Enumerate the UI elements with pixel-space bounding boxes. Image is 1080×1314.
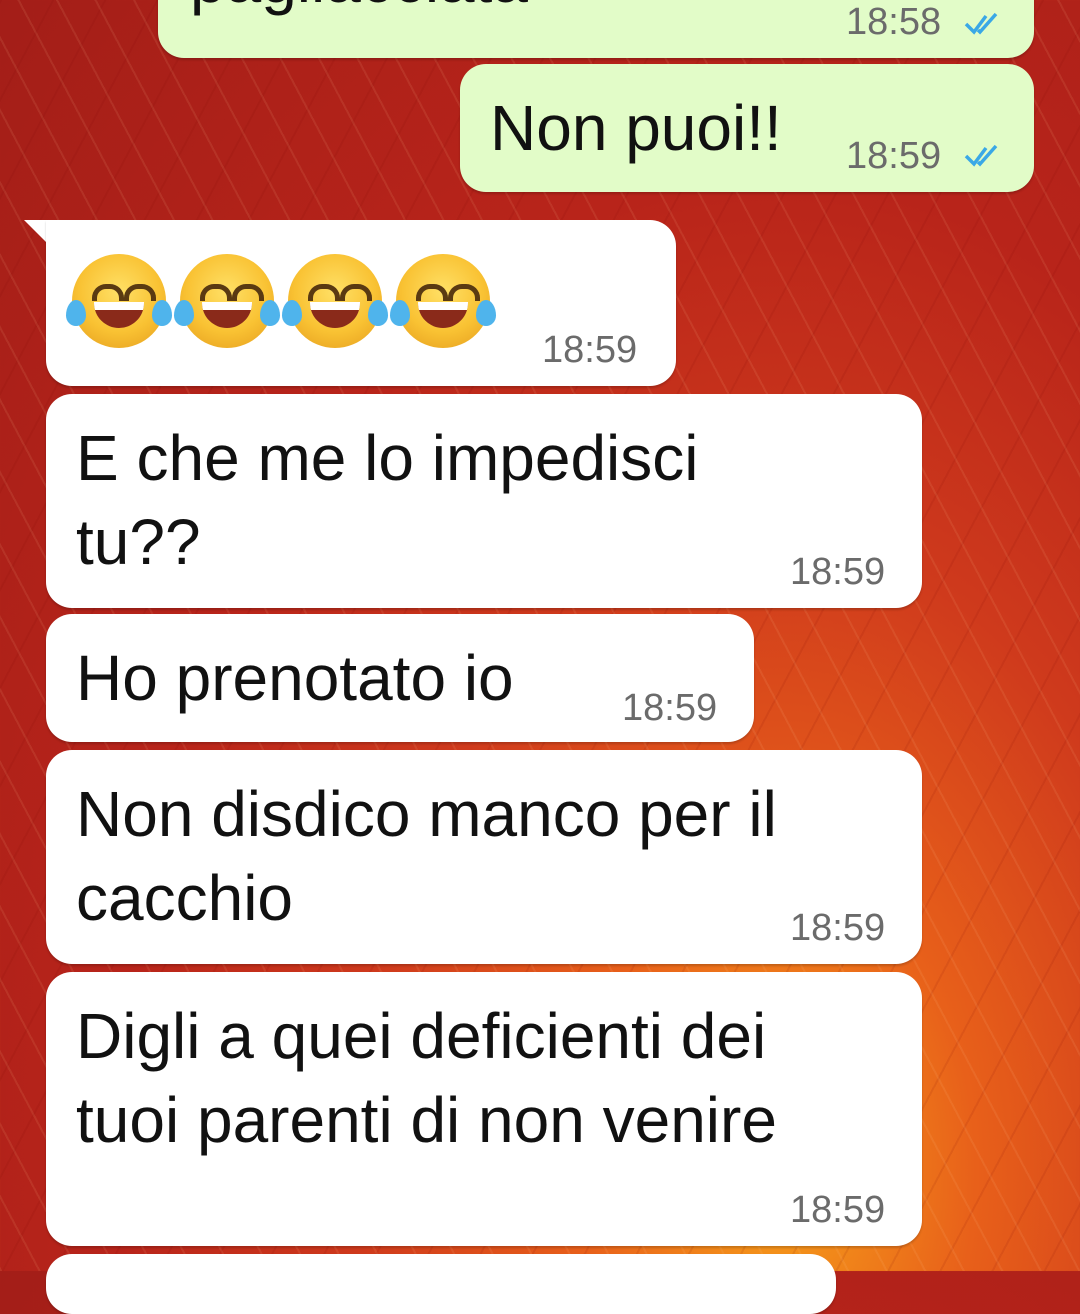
message-bubble-incoming[interactable]: E che me lo impedisci tu?? 18:59 xyxy=(46,394,922,608)
message-time: 18:59 xyxy=(790,907,886,949)
message-bubble-incoming[interactable]: Non disdico manco per il cacchio 18:59 xyxy=(46,750,922,964)
message-bubble-incoming[interactable]: Digli a quei deficienti dei tuoi parenti… xyxy=(46,972,922,1246)
message-bubble-outgoing[interactable]: Non puoi!! 18:59 xyxy=(460,64,1034,192)
face-with-tears-of-joy-icon xyxy=(390,254,496,348)
message-time: 18:59 xyxy=(790,1189,886,1231)
message-bubble-incoming[interactable]: Ho prenotato io 18:59 xyxy=(46,614,754,742)
message-bubble-incoming[interactable]: 18:59 xyxy=(46,220,676,386)
read-receipt-icon xyxy=(964,12,998,35)
message-text: pagliacciata xyxy=(190,0,528,22)
message-text: E che me lo impedisci tu?? xyxy=(76,422,699,578)
read-receipt-icon xyxy=(964,144,998,167)
message-text: Non puoi!! xyxy=(490,92,782,164)
face-with-tears-of-joy-icon xyxy=(174,254,280,348)
face-with-tears-of-joy-icon xyxy=(282,254,388,348)
message-time: 18:59 xyxy=(846,135,942,177)
message-time: 18:58 xyxy=(846,1,942,43)
message-text: Ho prenotato io xyxy=(76,642,514,714)
message-time: 18:59 xyxy=(542,329,638,371)
message-bubble-incoming[interactable] xyxy=(46,1254,836,1314)
message-text: Digli a quei deficienti dei tuoi parenti… xyxy=(76,1000,777,1156)
message-bubble-outgoing[interactable]: pagliacciata 18:58 xyxy=(158,0,1034,58)
face-with-tears-of-joy-icon xyxy=(66,254,172,348)
message-time: 18:59 xyxy=(622,687,718,729)
message-time: 18:59 xyxy=(790,551,886,593)
message-text: Non disdico manco per il cacchio xyxy=(76,778,777,934)
